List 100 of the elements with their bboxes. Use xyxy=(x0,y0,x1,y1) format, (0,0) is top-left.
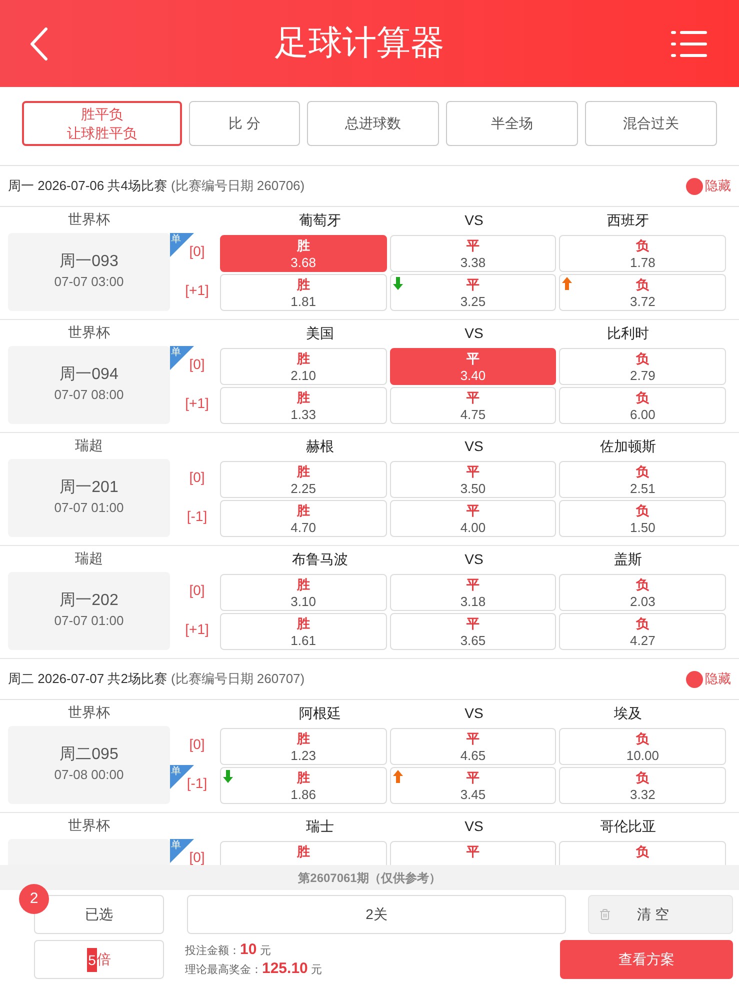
handicap-label: [0] xyxy=(189,850,205,864)
league-name: 世界杯 xyxy=(68,817,110,833)
match-time: 07-07 08:00 xyxy=(54,386,124,404)
odds-option[interactable]: 平 4.00 xyxy=(390,500,556,537)
odds-option[interactable]: 平 3.65 xyxy=(390,613,556,650)
count-badge: 2 xyxy=(19,884,49,914)
day-note: (比赛编号日期 260706) xyxy=(170,177,305,196)
odds-option[interactable]: 负 2.79 xyxy=(559,348,726,385)
match-time: 07-07 01:00 xyxy=(54,499,124,517)
odds-option[interactable]: 胜 3.10 xyxy=(220,574,387,611)
vs-label: VS xyxy=(464,704,484,720)
team-name: 埃及 xyxy=(614,704,642,720)
handicap-label: [0] xyxy=(189,356,205,370)
odds-option[interactable]: 胜 1.23 xyxy=(220,728,387,765)
tab[interactable]: 胜平负 让球胜平负 xyxy=(22,101,182,146)
league-name: 瑞超 xyxy=(75,437,103,453)
period-note: 第2607061期（仅供参考） xyxy=(298,870,441,886)
vs-label: VS xyxy=(464,324,484,340)
handicap-label: [+1] xyxy=(185,282,209,296)
odds-option[interactable]: 平 3.45 xyxy=(390,767,556,804)
handicap-label: [0] xyxy=(189,582,205,596)
hide-toggle[interactable]: 隐藏 xyxy=(686,176,731,196)
menu-icon[interactable] xyxy=(671,30,707,58)
handicap-label: [-1] xyxy=(186,508,208,522)
team-name: 赫根 xyxy=(306,438,334,454)
team-name: 布鲁马波 xyxy=(292,550,348,566)
team-name: 比利时 xyxy=(607,324,649,340)
odds-option[interactable]: 负 6.00 xyxy=(559,387,726,424)
league-name: 世界杯 xyxy=(68,704,110,720)
match-code: 周二095 xyxy=(60,745,118,765)
vs-label: VS xyxy=(464,438,484,454)
team-name: 西班牙 xyxy=(607,212,649,228)
odds-option[interactable]: 胜 1.86 xyxy=(220,767,387,804)
day-note: (比赛编号日期 260707) xyxy=(170,670,305,688)
odds-option[interactable]: 胜 1.33 xyxy=(220,387,387,424)
team-name: 盖斯 xyxy=(614,550,642,566)
tab[interactable]: 半全场 xyxy=(446,101,578,146)
bet-amount-text: 投注金额：10 元 xyxy=(185,940,272,960)
view-plan-button[interactable]: 查看方案 xyxy=(560,940,733,979)
odds-option[interactable]: 负 1.50 xyxy=(559,500,726,537)
odds-option[interactable]: 胜 2.25 xyxy=(220,461,387,498)
odds-option[interactable]: 平 xyxy=(390,841,556,865)
clear-button[interactable]: 清 空 xyxy=(588,895,733,934)
odds-option[interactable]: 平 4.65 xyxy=(390,728,556,765)
hide-toggle[interactable]: 隐藏 xyxy=(686,669,731,689)
odds-option[interactable]: 平 4.75 xyxy=(390,387,556,424)
match-code: 周一094 xyxy=(60,365,118,385)
handicap-label: [+1] xyxy=(185,396,209,410)
odds-option[interactable]: 负 2.03 xyxy=(559,574,726,611)
pass-type-selector[interactable]: 2关 xyxy=(187,895,566,934)
odds-option[interactable]: 胜 4.70 xyxy=(220,500,387,537)
match-time: 07-07 01:00 xyxy=(54,612,124,630)
odds-option[interactable]: 胜 1.61 xyxy=(220,613,387,650)
tab[interactable]: 总进球数 xyxy=(307,101,439,146)
match-code: 周一202 xyxy=(60,591,118,611)
league-name: 世界杯 xyxy=(68,211,110,227)
league-name: 瑞超 xyxy=(75,550,103,566)
back-icon[interactable] xyxy=(30,26,48,60)
toggle-dot-icon xyxy=(686,670,703,688)
odds-option[interactable]: 胜 1.81 xyxy=(220,274,387,311)
handicap-label: [0] xyxy=(189,244,205,258)
max-prize-text: 理论最高奖金：125.10 元 xyxy=(185,960,323,978)
team-name: 美国 xyxy=(306,324,334,340)
odds-option[interactable]: 平 3.38 xyxy=(390,235,556,272)
team-name: 阿根廷 xyxy=(299,704,341,720)
odds-option[interactable]: 胜 2.10 xyxy=(220,348,387,385)
day-title: 周二 2026-07-07 共2场比赛 xyxy=(8,670,167,688)
odds-option[interactable]: 负 10.00 xyxy=(559,728,726,765)
multiplier-field[interactable]: 5倍 xyxy=(34,940,164,979)
handicap-label: [0] xyxy=(189,736,205,750)
odds-option[interactable]: 负 3.72 xyxy=(559,274,726,311)
match-code: 周一093 xyxy=(60,252,118,272)
odds-option[interactable]: 负 4.27 xyxy=(559,613,726,650)
team-name: 葡萄牙 xyxy=(299,212,341,228)
odds-option[interactable]: 负 2.51 xyxy=(559,461,726,498)
odds-option[interactable]: 负 xyxy=(559,841,726,865)
match-time: 07-08 00:00 xyxy=(54,766,124,784)
vs-label: VS xyxy=(464,818,484,834)
odds-option[interactable]: 平 3.18 xyxy=(390,574,556,611)
toggle-dot-icon xyxy=(686,178,703,194)
team-name: 佐加顿斯 xyxy=(600,438,656,454)
odds-option[interactable]: 负 1.78 xyxy=(559,235,726,272)
odds-option[interactable]: 胜 3.68 xyxy=(220,235,387,272)
vs-label: VS xyxy=(464,550,484,566)
vs-label: VS xyxy=(464,212,484,228)
match-time: 07-07 03:00 xyxy=(54,273,124,291)
tab[interactable]: 混合过关 xyxy=(585,101,717,146)
page-title: 足球计算器 xyxy=(274,24,444,62)
league-name: 世界杯 xyxy=(68,324,110,340)
odds-option[interactable]: 平 3.50 xyxy=(390,461,556,498)
match-code: 周一201 xyxy=(60,478,118,498)
odds-option[interactable]: 胜 xyxy=(220,841,387,865)
handicap-label: [+1] xyxy=(185,622,209,636)
handicap-label: [0] xyxy=(189,470,205,484)
tab[interactable]: 比 分 xyxy=(189,101,300,146)
odds-option[interactable]: 平 3.25 xyxy=(390,274,556,311)
team-name: 瑞士 xyxy=(306,818,334,834)
odds-option[interactable]: 负 3.32 xyxy=(559,767,726,804)
handicap-label: [-1] xyxy=(186,776,208,790)
odds-option[interactable]: 平 3.40 xyxy=(390,348,556,385)
